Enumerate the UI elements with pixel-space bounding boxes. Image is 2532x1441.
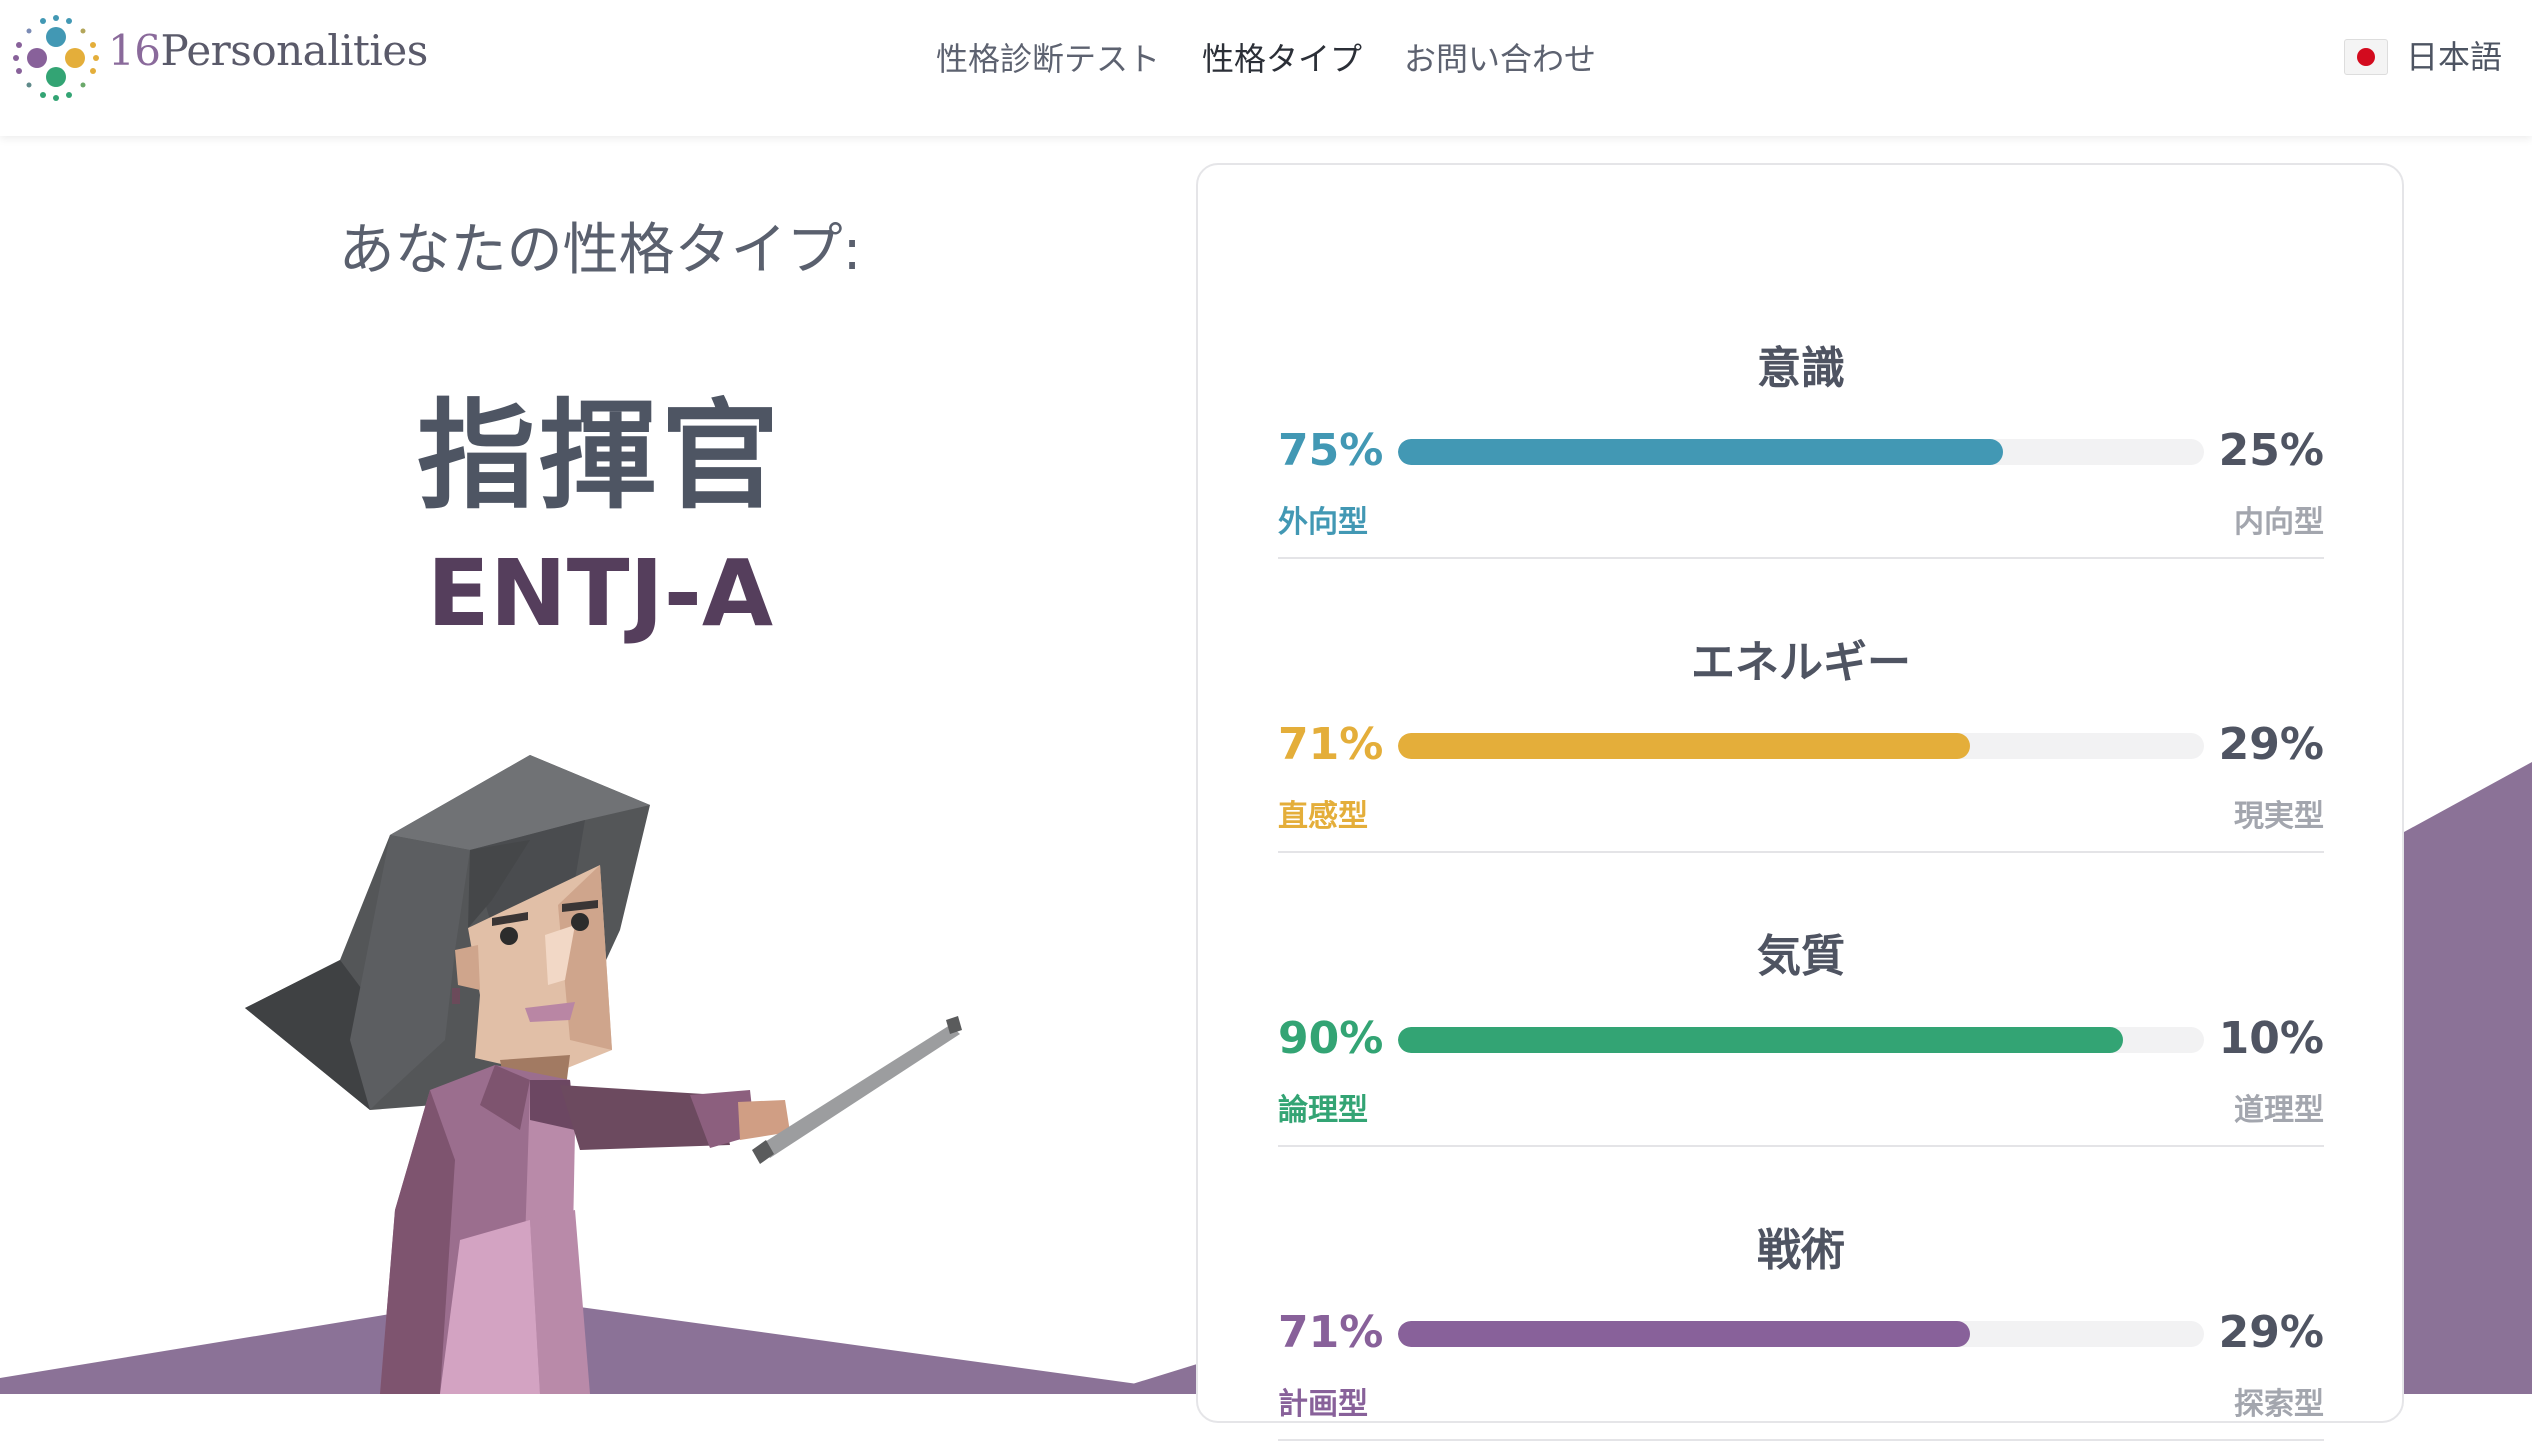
trait-left-percent: 71% bbox=[1278, 719, 1384, 770]
trait-left-percent: 75% bbox=[1278, 425, 1384, 476]
trait-progress-bar bbox=[1398, 1321, 2204, 1347]
logo-dots-icon bbox=[13, 15, 99, 101]
traits-card: 意識 75% 25% 外向型 内向型 エネルギー 71% 29% 直感型 現実型… bbox=[1196, 163, 2404, 1441]
site-logo[interactable]: 16Personalities bbox=[12, 14, 432, 104]
trait-right-percent: 25% bbox=[2218, 425, 2324, 476]
language-label: 日本語 bbox=[2405, 38, 2502, 76]
trait-right-percent: 10% bbox=[2218, 1013, 2324, 1064]
top-navigation-bar: 16Personalities 性格診断テスト 性格タイプ お問い合わせ 日本語 bbox=[0, 0, 2532, 136]
trait-right-label: 探索型 bbox=[2234, 1387, 2324, 1422]
trait-left-label: 論理型 bbox=[1278, 1093, 1368, 1128]
result-intro: あなたの性格タイプ: bbox=[338, 218, 862, 283]
trait-mind: 意識 75% 25% 外向型 内向型 bbox=[1278, 265, 2324, 559]
logo-word: Personalities bbox=[160, 26, 428, 75]
trait-left-label: 計画型 bbox=[1278, 1387, 1368, 1422]
trait-progress-bar bbox=[1398, 439, 2204, 465]
trait-progress-fill bbox=[1398, 1321, 1971, 1347]
trait-progress-bar bbox=[1398, 733, 2204, 759]
trait-progress-bar bbox=[1398, 1027, 2204, 1053]
trait-title: エネルギー bbox=[1691, 637, 1911, 688]
trait-energy: エネルギー 71% 29% 直感型 現実型 bbox=[1278, 559, 2324, 853]
personality-type-code: ENTJ-A bbox=[426, 540, 774, 647]
logo-number: 16 bbox=[108, 26, 161, 75]
trait-left-percent: 71% bbox=[1278, 1307, 1384, 1358]
trait-title: 気質 bbox=[1757, 931, 1845, 982]
trait-tactics: 戦術 71% 29% 計画型 探索型 bbox=[1278, 1147, 2324, 1441]
language-selector[interactable]: 日本語 bbox=[2343, 34, 2502, 80]
trait-right-label: 現実型 bbox=[2234, 799, 2324, 834]
trait-nature: 気質 90% 10% 論理型 道理型 bbox=[1278, 853, 2324, 1147]
commander-character-illustration bbox=[245, 755, 962, 1394]
nav-personality-test[interactable]: 性格診断テスト bbox=[936, 36, 1160, 82]
logo-wordmark: 16Personalities bbox=[108, 26, 428, 75]
trait-progress-fill bbox=[1398, 439, 2003, 465]
personality-type-name: 指揮官 bbox=[416, 387, 783, 525]
trait-title: 意識 bbox=[1757, 343, 1845, 394]
trait-right-label: 道理型 bbox=[2234, 1093, 2324, 1128]
main-nav: 性格診断テスト 性格タイプ お問い合わせ bbox=[936, 36, 1596, 82]
trait-progress-fill bbox=[1398, 733, 1971, 759]
trait-left-label: 直感型 bbox=[1278, 799, 1368, 834]
trait-left-percent: 90% bbox=[1278, 1013, 1384, 1064]
trait-right-label: 内向型 bbox=[2234, 505, 2324, 540]
nav-personality-types[interactable]: 性格タイプ bbox=[1202, 36, 1362, 82]
nav-contact[interactable]: お問い合わせ bbox=[1404, 36, 1596, 82]
japan-flag-icon bbox=[2343, 39, 2388, 75]
trait-left-label: 外向型 bbox=[1278, 505, 1368, 540]
trait-right-percent: 29% bbox=[2218, 719, 2324, 770]
trait-right-percent: 29% bbox=[2218, 1307, 2324, 1358]
trait-progress-fill bbox=[1398, 1027, 2124, 1053]
trait-title: 戦術 bbox=[1757, 1225, 1845, 1276]
